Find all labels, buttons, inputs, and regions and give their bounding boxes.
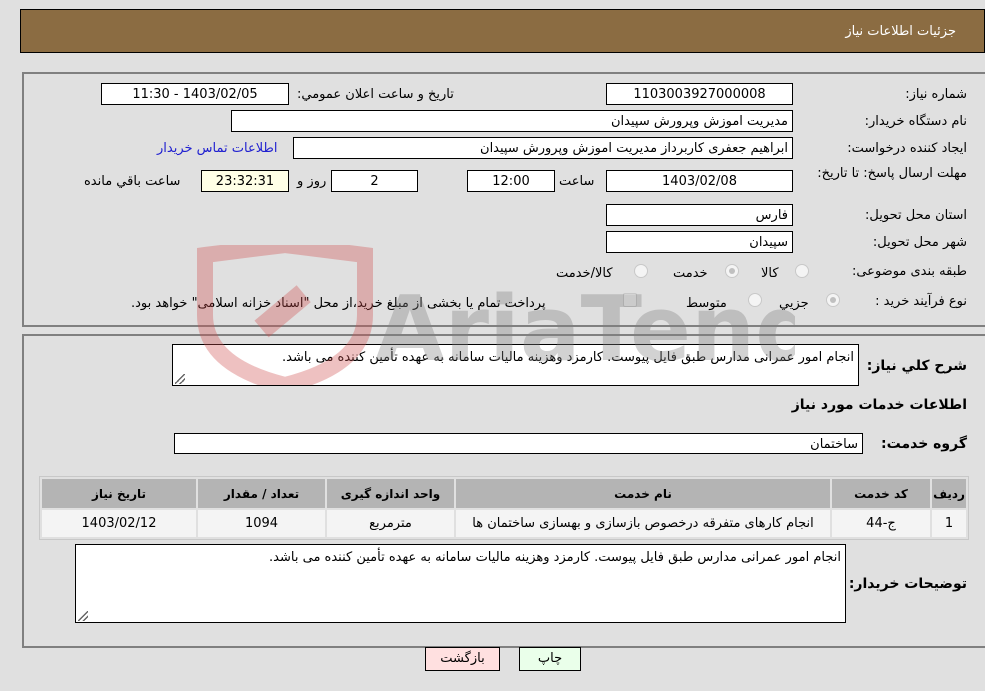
need-number-label: شماره نیاز: xyxy=(905,87,967,102)
buyer-org-label: نام دستگاه خریدار: xyxy=(864,114,967,129)
cell-row-number: 1 xyxy=(932,510,966,537)
summary-text: انجام امور عمرانی مدارس طبق فایل پیوست. … xyxy=(282,350,854,365)
purchase-type-minor-label: جزيي xyxy=(779,296,809,311)
need-number-field[interactable]: 1103003927000008 xyxy=(606,83,793,105)
treasury-checkbox[interactable] xyxy=(623,293,637,307)
deadline-date-field[interactable]: 1403/02/08 xyxy=(606,170,793,192)
buyer-notes-text: انجام امور عمرانی مدارس طبق فایل پیوست. … xyxy=(269,550,841,565)
col-header-service-name: نام خدمت xyxy=(456,479,830,508)
service-group-field[interactable]: ساختمان xyxy=(174,433,863,454)
col-header-need-date: تاریخ نیاز xyxy=(42,479,196,508)
treasury-checkbox-label: پرداخت تمام یا بخشی از مبلغ خرید،از محل … xyxy=(131,296,546,311)
cell-quantity: 1094 xyxy=(198,510,325,537)
buyer-org-field[interactable]: مدیریت اموزش وپرورش سپیدان xyxy=(231,110,793,132)
resize-grip-icon[interactable] xyxy=(175,374,185,384)
resize-grip-icon[interactable] xyxy=(78,611,88,621)
announce-datetime-label: تاریخ و ساعت اعلان عمومي: xyxy=(297,87,454,102)
services-table: ردیف کد خدمت نام خدمت واحد اندازه گیری ت… xyxy=(39,476,969,540)
purchase-type-radio-minor[interactable] xyxy=(826,293,840,307)
city-field[interactable]: سپیدان xyxy=(606,231,793,253)
remaining-label: ساعت باقي مانده xyxy=(84,174,181,189)
days-label: روز و xyxy=(297,174,327,189)
announce-datetime-field[interactable]: 1403/02/05 - 11:30 xyxy=(101,83,289,105)
cell-service-name: انجام کارهای متفرقه درخصوص بازسازی و بهس… xyxy=(456,510,830,537)
deadline-label: مهلت ارسال پاسخ: تا تاریخ: xyxy=(817,166,967,181)
col-header-service-code: کد خدمت xyxy=(832,479,930,508)
remaining-days-field[interactable]: 2 xyxy=(331,170,418,192)
print-button[interactable]: چاپ xyxy=(519,647,581,671)
summary-label: شرح كلي نياز: xyxy=(866,358,967,374)
cell-need-date: 1403/02/12 xyxy=(42,510,196,537)
category-radio-goods-service[interactable] xyxy=(634,264,648,278)
table-row: 1 ج-44 انجام کارهای متفرقه درخصوص بازساز… xyxy=(42,510,966,537)
buyer-notes-label: توضیحات خریدار: xyxy=(848,576,967,592)
category-goods-label: کالا xyxy=(761,266,779,281)
requester-label: ایجاد کننده درخواست: xyxy=(847,141,967,156)
purchase-type-label: نوع فرآیند خرید : xyxy=(875,294,967,309)
purchase-type-radio-medium[interactable] xyxy=(748,293,762,307)
summary-textarea[interactable]: انجام امور عمرانی مدارس طبق فایل پیوست. … xyxy=(172,344,859,386)
city-label: شهر محل تحویل: xyxy=(872,235,967,250)
buyer-contact-link[interactable]: اطلاعات تماس خریدار xyxy=(157,141,277,156)
col-header-quantity: تعداد / مقدار xyxy=(198,479,325,508)
services-section-title: اطلاعات خدمات مورد نیاز xyxy=(791,397,967,413)
page-header: جزئيات اطلاعات نیاز xyxy=(20,9,985,53)
buyer-notes-textarea[interactable]: انجام امور عمرانی مدارس طبق فایل پیوست. … xyxy=(75,544,846,623)
purchase-type-medium-label: متوسط xyxy=(686,296,727,311)
requester-field[interactable]: ابراهیم جعفری کاربرداز مدیریت اموزش وپرو… xyxy=(293,137,793,159)
service-group-label: گروه خدمت: xyxy=(881,436,967,452)
back-button[interactable]: بازگشت xyxy=(425,647,500,671)
category-goods-service-label: کالا/خدمت xyxy=(556,266,613,281)
province-field[interactable]: فارس xyxy=(606,204,793,226)
cell-service-code: ج-44 xyxy=(832,510,930,537)
remaining-time-field[interactable]: 23:32:31 xyxy=(201,170,289,192)
category-radio-goods[interactable] xyxy=(795,264,809,278)
deadline-time-label: ساعت xyxy=(559,174,595,189)
category-service-label: خدمت xyxy=(673,266,708,281)
category-radio-service[interactable] xyxy=(725,264,739,278)
table-header-row: ردیف کد خدمت نام خدمت واحد اندازه گیری ت… xyxy=(42,479,966,508)
cell-unit: مترمربع xyxy=(327,510,454,537)
province-label: استان محل تحویل: xyxy=(865,208,967,223)
col-header-unit: واحد اندازه گیری xyxy=(327,479,454,508)
page-title: جزئيات اطلاعات نیاز xyxy=(845,24,956,39)
deadline-time-field[interactable]: 12:00 xyxy=(467,170,555,192)
col-header-row-number: ردیف xyxy=(932,479,966,508)
category-label: طبقه بندی موضوعی: xyxy=(851,264,967,279)
